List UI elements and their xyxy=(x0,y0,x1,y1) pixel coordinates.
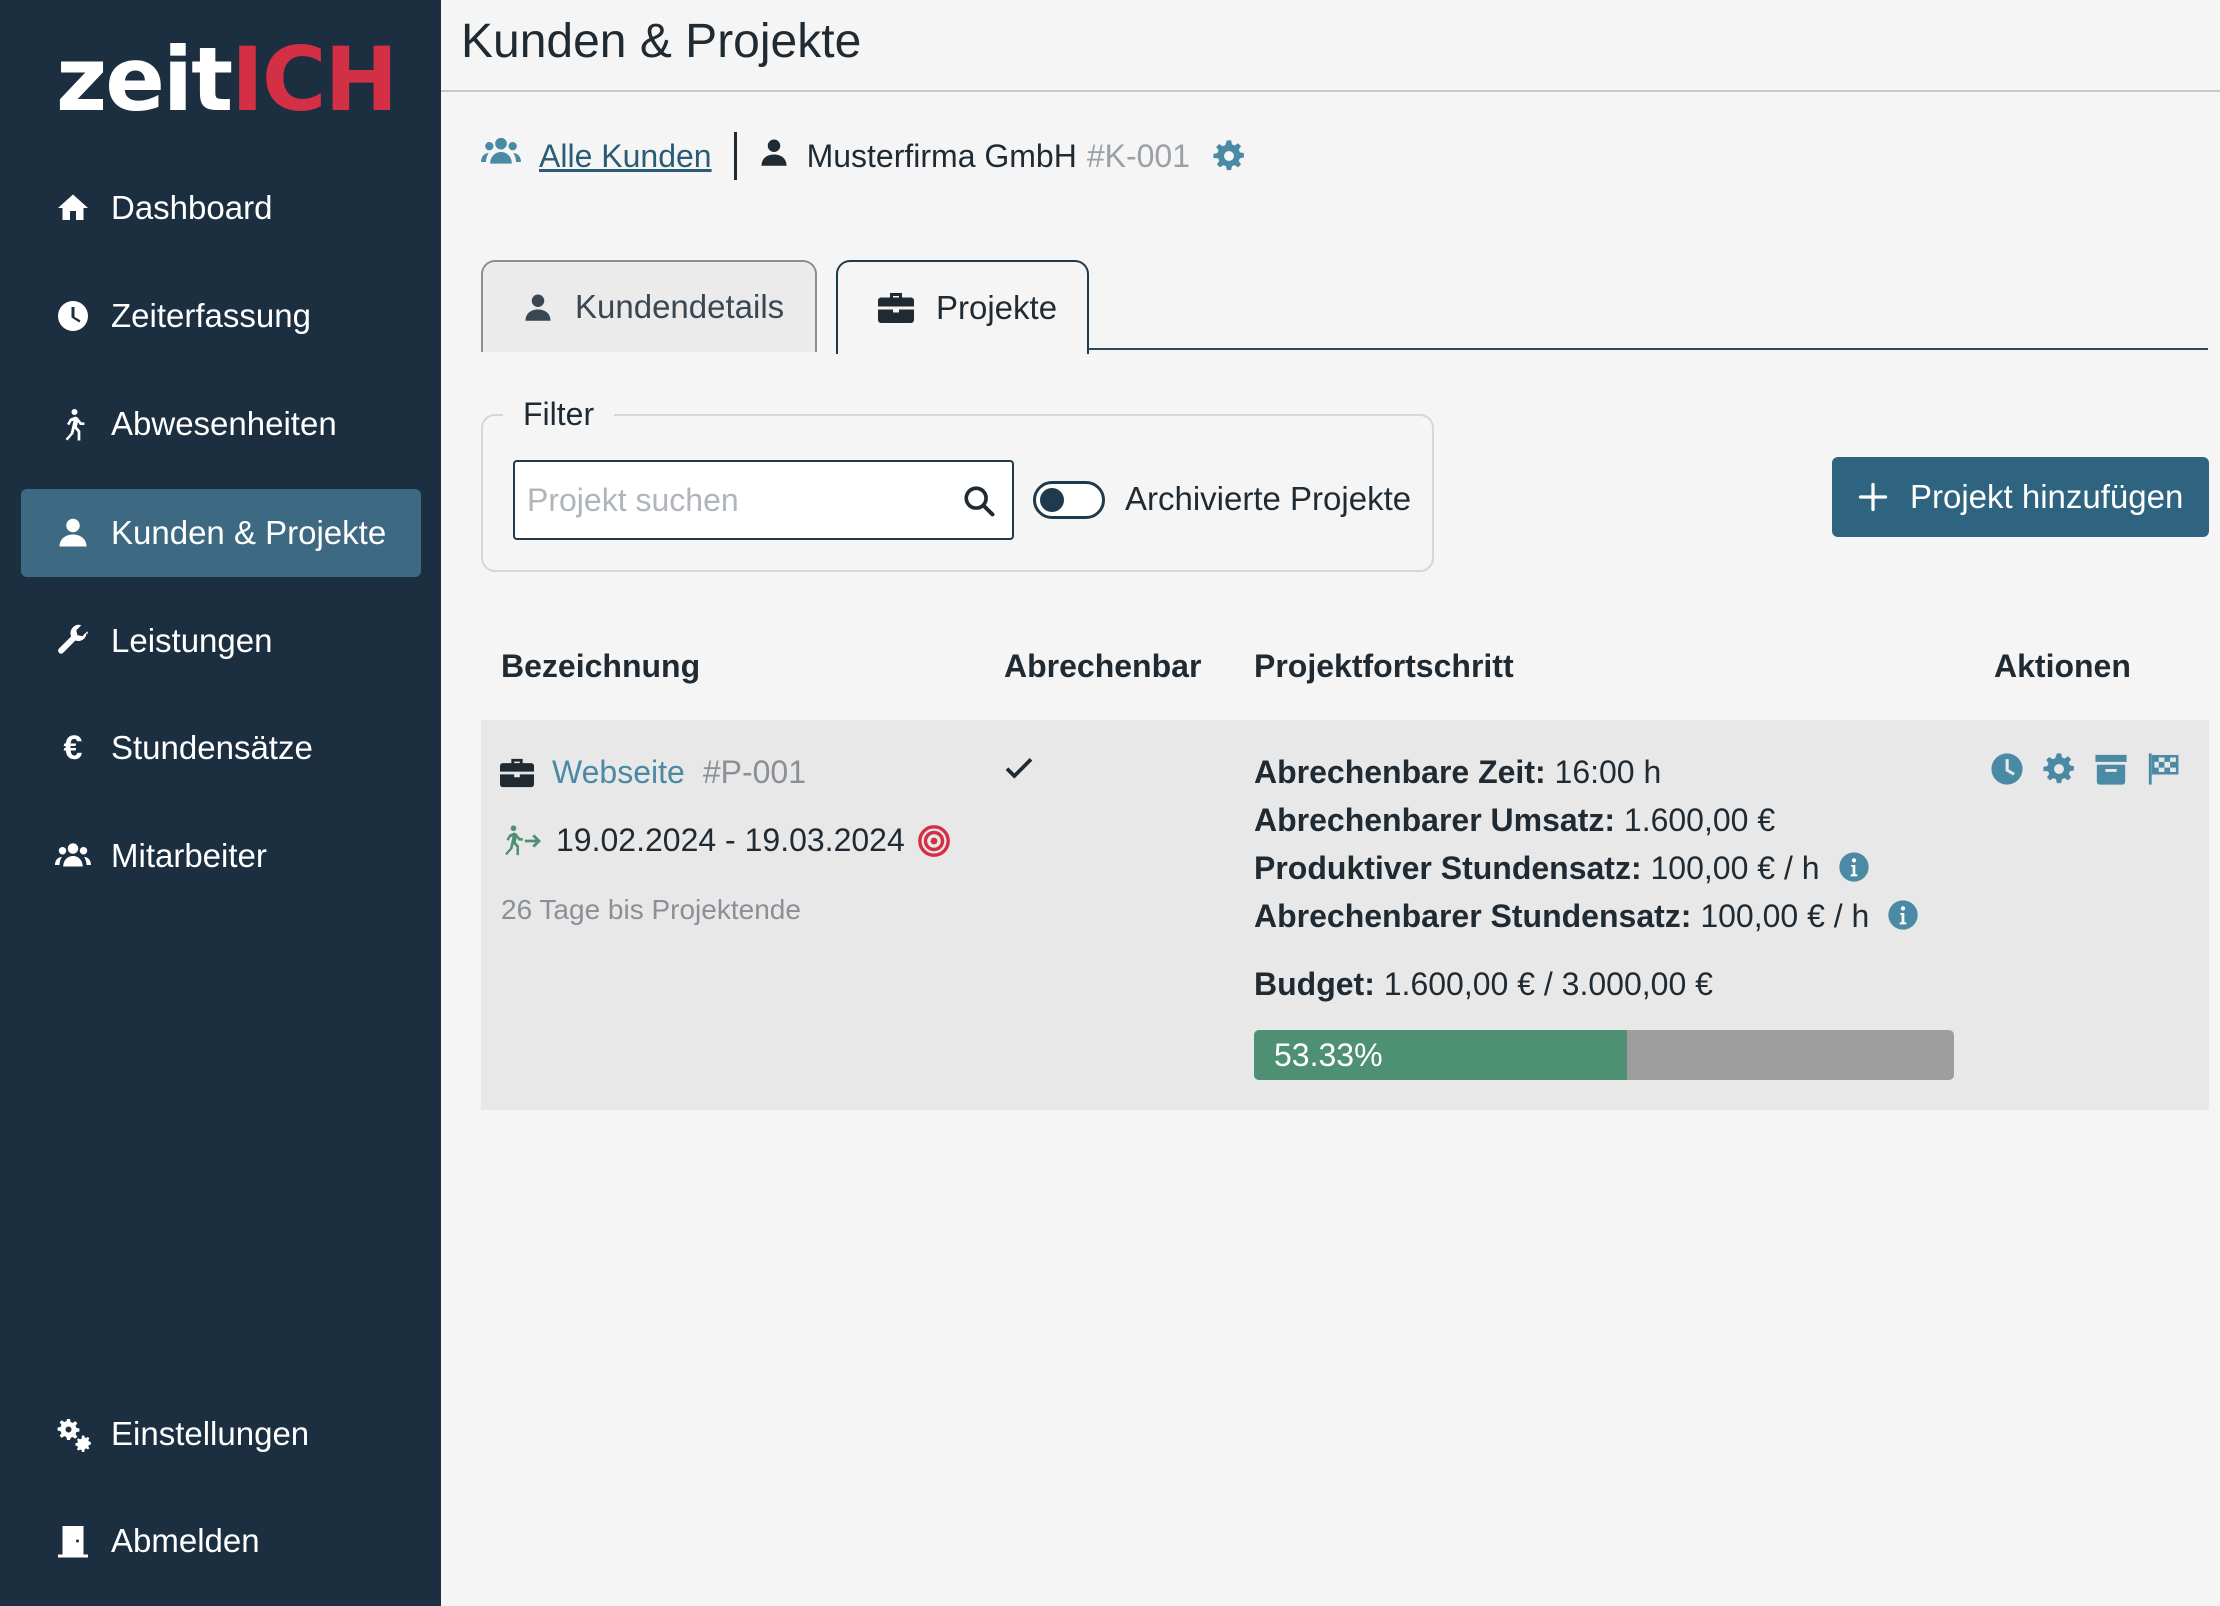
sidebar-item-einstellungen[interactable]: Einstellungen xyxy=(21,1390,421,1478)
home-icon xyxy=(49,188,97,228)
tab-kundendetails[interactable]: Kundendetails xyxy=(481,260,817,352)
tab-label: Projekte xyxy=(936,289,1058,326)
sidebar-item-abmelden[interactable]: Abmelden xyxy=(21,1497,421,1585)
gears-icon xyxy=(49,1414,97,1454)
sidebar-item-dashboard[interactable]: Dashboard xyxy=(21,164,421,252)
add-project-button[interactable]: Projekt hinzufügen xyxy=(1832,457,2209,537)
plus-icon xyxy=(1858,482,1888,512)
briefcase-icon xyxy=(878,293,914,323)
billable-revenue-label: Abrechenbarer Umsatz: xyxy=(1254,802,1615,838)
app-logo[interactable]: zeitICH xyxy=(56,28,398,131)
search-field[interactable] xyxy=(513,460,1014,540)
breadcrumb-customer-id: #K-001 xyxy=(1086,137,1191,174)
logo-text-zeit: zeit xyxy=(56,28,233,131)
search-icon[interactable] xyxy=(962,484,996,523)
sidebar: zeitICH Dashboard Zeiterfassung Abwesenh… xyxy=(0,0,441,1606)
breadcrumb-separator xyxy=(733,132,737,180)
person-running-arrow-icon xyxy=(505,824,542,855)
clock-icon xyxy=(49,296,97,336)
row-actions xyxy=(1990,752,2180,786)
user-icon xyxy=(49,513,97,553)
euro-icon: € xyxy=(63,728,83,767)
billable-time-value: 16:00 h xyxy=(1554,754,1662,790)
logo-text-ich: ICH xyxy=(231,28,398,131)
search-input[interactable] xyxy=(515,462,955,538)
archived-projects-toggle[interactable] xyxy=(1033,481,1105,519)
billable-time: Abrechenbare Zeit: 16:00 h xyxy=(1254,754,1661,791)
sidebar-item-mitarbeiter[interactable]: Mitarbeiter xyxy=(21,812,421,900)
door-icon xyxy=(49,1521,97,1561)
gear-icon[interactable] xyxy=(2042,752,2076,786)
breadcrumb-all-customers-link[interactable]: Alle Kunden xyxy=(539,138,712,175)
column-header-projektfortschritt[interactable]: Projektfortschritt xyxy=(1254,648,1514,685)
budget-value: 1.600,00 € / 3.000,00 € xyxy=(1383,966,1713,1002)
add-project-label: Projekt hinzufügen xyxy=(1910,478,2184,515)
users-icon xyxy=(481,135,521,177)
info-icon[interactable] xyxy=(1838,851,1870,891)
billable-revenue: Abrechenbarer Umsatz: 1.600,00 € xyxy=(1254,802,1775,839)
sidebar-item-stundensaetze[interactable]: € Stundensätze xyxy=(21,704,421,792)
project-date-range: 19.02.2024 - 19.03.2024 xyxy=(500,822,951,859)
target-icon xyxy=(917,824,950,857)
flag-checkered-icon[interactable] xyxy=(2146,752,2180,786)
sidebar-item-kunden-projekte[interactable]: Kunden & Projekte xyxy=(21,489,421,577)
toggle-knob xyxy=(1040,488,1064,512)
days-remaining: 26 Tage bis Projektende xyxy=(501,894,801,925)
wrench-icon xyxy=(49,621,97,661)
page-title: Kunden & Projekte xyxy=(461,15,862,68)
billable-rate-value: 100,00 € / h xyxy=(1700,898,1870,934)
billable-time-label: Abrechenbare Zeit: xyxy=(1254,754,1546,790)
billable-rate-label: Abrechenbarer Stundensatz: xyxy=(1254,898,1692,934)
top-bar: Kunden & Projekte xyxy=(441,0,2220,92)
briefcase-icon xyxy=(500,758,534,787)
productive-rate-label: Produktiver Stundensatz: xyxy=(1254,850,1642,886)
user-icon xyxy=(525,294,551,321)
project-name-link[interactable]: Webseite xyxy=(552,754,685,791)
billable-check-icon xyxy=(1003,752,1035,792)
user-icon xyxy=(759,135,789,177)
billable-revenue-value: 1.600,00 € xyxy=(1623,802,1776,838)
archived-projects-label: Archivierte Projekte xyxy=(1125,480,1412,517)
billable-rate: Abrechenbarer Stundensatz: 100,00 € / h xyxy=(1254,898,1919,939)
sidebar-item-leistungen[interactable]: Leistungen xyxy=(21,597,421,685)
sidebar-item-label: Zeiterfassung xyxy=(111,297,311,334)
breadcrumb: Alle Kunden Musterfirma GmbH #K-001 xyxy=(481,128,1246,184)
filter-legend: Filter xyxy=(503,396,615,433)
gear-icon[interactable] xyxy=(1212,139,1246,173)
budget: Budget: 1.600,00 € / 3.000,00 € xyxy=(1254,966,1713,1003)
tab-projekte[interactable]: Projekte xyxy=(836,260,1089,354)
sidebar-item-label: Kunden & Projekte xyxy=(111,514,387,551)
productive-rate-value: 100,00 € / h xyxy=(1650,850,1820,886)
budget-label: Budget: xyxy=(1254,966,1375,1002)
productive-rate: Produktiver Stundensatz: 100,00 € / h xyxy=(1254,850,1870,891)
sidebar-item-label: Dashboard xyxy=(111,189,273,226)
budget-progress-bar: 53.33% xyxy=(1254,1030,1954,1080)
column-header-abrechenbar[interactable]: Abrechenbar xyxy=(1004,648,1201,685)
date-range-text: 19.02.2024 - 19.03.2024 xyxy=(556,822,905,858)
budget-progress-fill: 53.33% xyxy=(1254,1030,1628,1080)
walking-person-icon xyxy=(49,404,97,444)
sidebar-item-abwesenheiten[interactable]: Abwesenheiten xyxy=(21,380,421,468)
sidebar-item-label: Mitarbeiter xyxy=(111,837,267,874)
info-icon[interactable] xyxy=(1887,899,1919,939)
archive-icon[interactable] xyxy=(2094,752,2128,786)
sidebar-item-zeiterfassung[interactable]: Zeiterfassung xyxy=(21,272,421,360)
sidebar-item-label: Abmelden xyxy=(111,1522,260,1559)
column-header-bezeichnung[interactable]: Bezeichnung xyxy=(501,648,700,685)
column-header-aktionen: Aktionen xyxy=(1994,648,2131,684)
sidebar-item-label: Abwesenheiten xyxy=(111,405,337,442)
sidebar-item-label: Einstellungen xyxy=(111,1415,310,1452)
tab-label: Kundendetails xyxy=(575,288,785,325)
clock-icon[interactable] xyxy=(1990,752,2024,786)
project-id: #P-001 xyxy=(702,754,806,790)
sidebar-item-label: Stundensätze xyxy=(111,729,313,766)
tab-divider xyxy=(1088,348,2208,350)
project-name-cell: Webseite #P-001 xyxy=(500,754,806,791)
breadcrumb-customer-name: Musterfirma GmbH xyxy=(806,137,1077,174)
sidebar-item-label: Leistungen xyxy=(111,622,273,659)
users-icon xyxy=(49,836,97,876)
